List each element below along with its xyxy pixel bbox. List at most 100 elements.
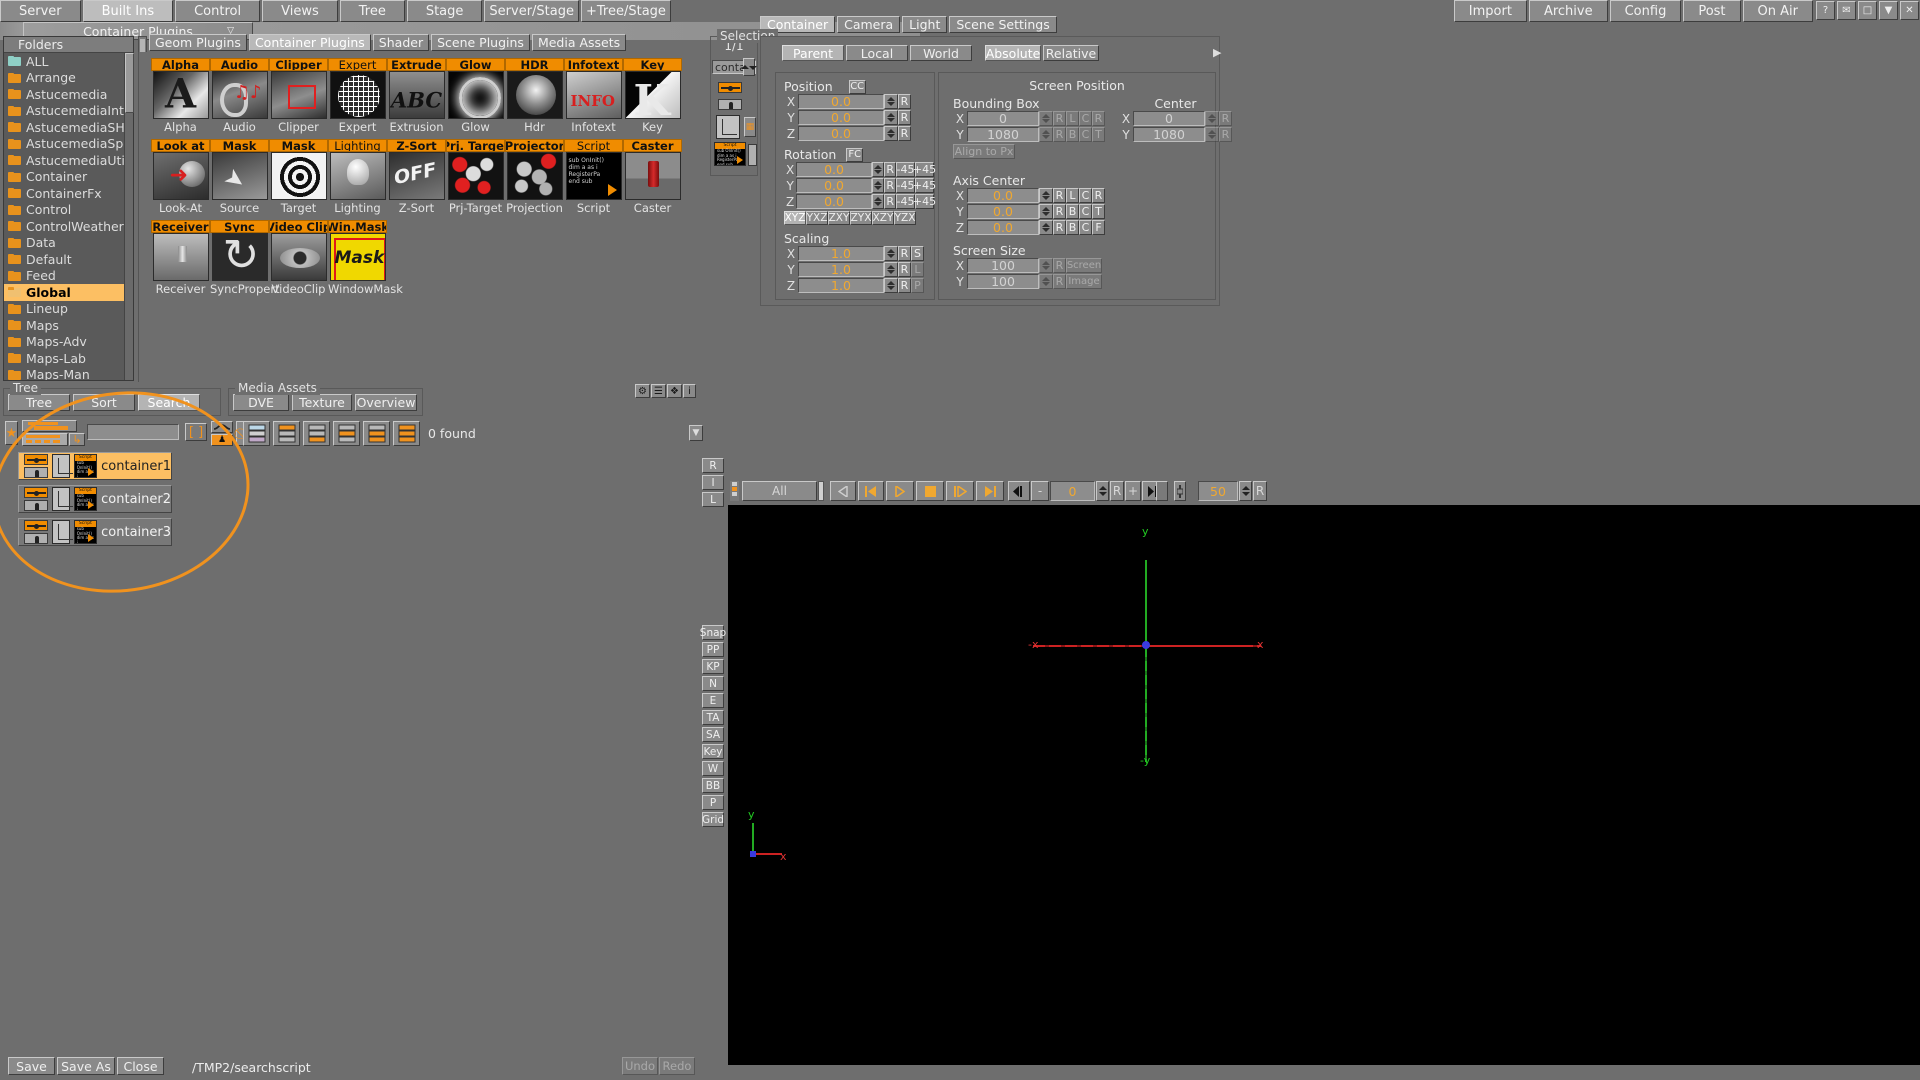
screensize-button-image[interactable]: Image <box>1066 274 1102 289</box>
folder-item-astucemediashm[interactable]: AstucemediaSHM <box>4 119 133 136</box>
viewport-tool-kp[interactable]: KP <box>702 659 724 674</box>
tab-media-assets[interactable]: Media Assets <box>531 34 627 51</box>
axiscenter-y-t[interactable]: T <box>1092 204 1105 219</box>
rotation-plus45-button[interactable]: +45 <box>913 162 936 177</box>
spinner[interactable] <box>1039 220 1053 235</box>
axiscenter-field-z[interactable]: 0.0 <box>967 220 1039 235</box>
curve-icon[interactable] <box>211 421 233 433</box>
stop-button[interactable] <box>916 481 944 501</box>
close-button[interactable]: Close <box>117 1057 164 1075</box>
axiscenter-x-r[interactable]: R <box>1092 188 1105 203</box>
redo-button[interactable]: Redo <box>659 1057 695 1075</box>
reset-button[interactable]: R <box>1053 111 1066 126</box>
spinner[interactable] <box>871 194 885 209</box>
step-back-button[interactable] <box>830 481 856 501</box>
reset-button[interactable]: R <box>1053 188 1066 203</box>
plugin-cell-target[interactable]: Mask Target <box>269 139 328 215</box>
list-icon[interactable]: ☰ <box>651 384 666 398</box>
axiscenter-field-x[interactable]: 0.0 <box>967 188 1039 203</box>
transport-cursor[interactable] <box>818 481 824 501</box>
rotation-order-yzx[interactable]: YZX <box>894 211 916 225</box>
reset-button[interactable]: R <box>1053 258 1066 273</box>
reset-button[interactable]: R <box>1053 274 1066 289</box>
play-button[interactable] <box>886 481 914 501</box>
go-end-button[interactable] <box>976 481 1004 501</box>
plugin-cell-extrusion[interactable]: Extrude Extrusion <box>387 58 446 134</box>
screensize-field-y[interactable]: 100 <box>967 274 1039 289</box>
reset-button[interactable]: R <box>884 178 897 193</box>
menu-tab-stage[interactable]: Stage <box>406 0 483 22</box>
axis-icon[interactable] <box>52 487 73 511</box>
gear-icon[interactable]: ⚙ <box>635 384 650 398</box>
folder-item-container[interactable]: Container <box>4 169 133 186</box>
view-mode-4-icon[interactable] <box>333 421 360 446</box>
info-icon[interactable]: i <box>683 384 696 398</box>
plugin-cell-source[interactable]: Mask Source <box>210 139 269 215</box>
pawn-icon[interactable] <box>24 533 48 544</box>
star-filter-icon[interactable]: ★ <box>5 421 18 445</box>
reset-button[interactable]: R <box>898 262 911 277</box>
undo-button[interactable]: Undo <box>622 1057 658 1075</box>
tab-shader[interactable]: Shader <box>372 34 430 51</box>
viewport-tool-grid[interactable]: Grid <box>702 812 724 827</box>
container-row[interactable]: Scriptsub OnInit()dim a as iRegisterPaen… <box>18 485 172 513</box>
screensize-button-screen[interactable]: Screen <box>1066 258 1102 273</box>
scaling-extra-s[interactable]: S <box>911 246 924 261</box>
axiscenter-z-c[interactable]: C <box>1079 220 1092 235</box>
bbox-align-x-r[interactable]: R <box>1092 111 1105 126</box>
plugin-cell-videoclip[interactable]: Video Clip VideoClip <box>269 220 328 296</box>
container-row[interactable]: Scriptsub OnInit()dim a as iRegisterPaen… <box>18 452 172 480</box>
position-field-x[interactable]: 0.0 <box>798 94 884 109</box>
plugin-cell-projection[interactable]: Projector Projection <box>505 139 564 215</box>
position-copy-button[interactable]: CC <box>848 79 866 94</box>
rotation-order-zyx[interactable]: ZYX <box>850 211 872 225</box>
spinner[interactable] <box>1039 258 1053 273</box>
layout-dashed-icon[interactable] <box>22 433 68 446</box>
plugin-cell-lighting[interactable]: Lighting Lighting <box>328 139 387 215</box>
spinner[interactable] <box>884 278 898 293</box>
plugin-cell-z-sort[interactable]: Z-Sort Z-Sort <box>387 139 446 215</box>
viewport-tool-i[interactable]: I <box>702 475 724 490</box>
viewport-tool-bb[interactable]: BB <box>702 778 724 793</box>
rotation-field-z[interactable]: 0.0 <box>796 194 872 209</box>
minimize-icon[interactable]: ▼ <box>1879 1 1898 20</box>
plugin-cell-syncpropert[interactable]: Sync SyncPropert <box>210 220 280 296</box>
reset-button[interactable]: R <box>1053 220 1066 235</box>
scaling-field-z[interactable]: 1.0 <box>798 278 884 293</box>
folder-item-controlweather[interactable]: ControlWeather <box>4 218 133 235</box>
viewport-tool-sa[interactable]: SA <box>702 727 724 742</box>
reset-button[interactable]: R <box>898 246 911 261</box>
space-local-button[interactable]: Local <box>846 45 908 61</box>
menu-tab-post[interactable]: Post <box>1683 0 1741 22</box>
folder-item-data[interactable]: Data <box>4 235 133 252</box>
spinner[interactable] <box>884 126 898 141</box>
spinner[interactable] <box>1039 274 1053 289</box>
script-icon[interactable]: Scriptsub OnInit()dim a as iRegisterPaen… <box>73 454 98 478</box>
folder-item-global[interactable]: Global <box>4 284 133 301</box>
folder-item-lineup[interactable]: Lineup <box>4 301 133 318</box>
selection-script-icon[interactable]: Script sub OnInit() dim a as i RegisterP… <box>714 142 746 166</box>
view-mode-5-icon[interactable] <box>363 421 390 446</box>
tab-geom-plugins[interactable]: Geom Plugins <box>149 34 247 51</box>
tab-light[interactable]: Light <box>902 16 948 33</box>
axis-icon[interactable] <box>52 520 73 544</box>
eye-icon[interactable] <box>24 487 48 498</box>
reset-button[interactable]: R <box>898 126 911 141</box>
decrement-button[interactable]: - <box>1031 481 1049 501</box>
reset-button[interactable]: R <box>1053 127 1066 142</box>
rotation-plus45-button[interactable]: +45 <box>913 178 936 193</box>
plugin-cell-infotext[interactable]: Infotext Infotext <box>564 58 623 134</box>
plugin-cell-audio[interactable]: Audio Audio <box>210 58 269 134</box>
axiscenter-x-c[interactable]: C <box>1079 188 1092 203</box>
reference-absolute-button[interactable]: Absolute <box>985 45 1041 61</box>
reset-button[interactable]: R <box>1053 204 1066 219</box>
scaling-extra-p[interactable]: P <box>911 278 924 293</box>
selection-visibility-icon[interactable] <box>718 82 742 93</box>
spinner[interactable] <box>1205 127 1219 142</box>
bbox-align-y-c[interactable]: C <box>1079 127 1092 142</box>
layout-rows-icon[interactable] <box>22 420 77 432</box>
help-icon[interactable]: ? <box>1816 1 1835 20</box>
folder-item-feed[interactable]: Feed <box>4 268 133 285</box>
bbox-field-x[interactable]: 0 <box>967 111 1039 126</box>
plugin-cell-caster[interactable]: Caster Caster <box>623 139 682 215</box>
